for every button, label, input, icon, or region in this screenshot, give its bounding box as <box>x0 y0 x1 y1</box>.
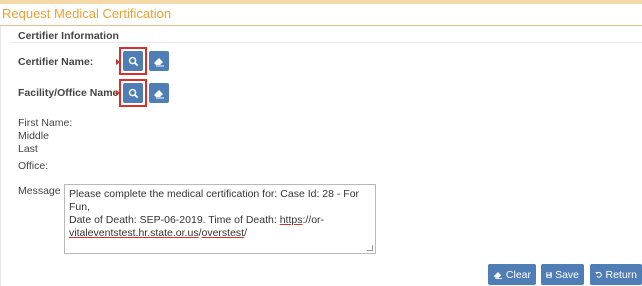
save-icon <box>546 271 552 278</box>
certifier-clear-button[interactable] <box>149 51 169 71</box>
middle-name-label: Middle <box>18 130 49 142</box>
message-line-2: Date of Death: SEP-06-2019. Time of Deat… <box>69 214 325 226</box>
message-textarea[interactable]: Please complete the medical certificatio… <box>64 184 376 254</box>
search-icon <box>128 88 138 98</box>
facility-clear-button[interactable] <box>149 83 169 103</box>
save-button-label: Save <box>555 268 579 281</box>
save-button[interactable]: Save <box>541 264 584 285</box>
panel-title: Request Medical Certification <box>0 4 642 26</box>
eraser-icon <box>154 58 164 67</box>
eraser-icon <box>154 90 164 99</box>
last-name-label: Last <box>18 143 38 155</box>
clear-button[interactable]: Clear <box>488 264 536 285</box>
message-label: Message <box>18 185 61 197</box>
message-line-1: Please complete the medical certificatio… <box>69 188 360 213</box>
undo-icon <box>595 271 602 278</box>
certifier-name-label: Certifier Name: <box>18 56 94 68</box>
resize-handle[interactable] <box>367 245 373 251</box>
search-icon <box>128 56 138 66</box>
return-button[interactable]: Return <box>590 264 642 285</box>
office-label: Office: <box>18 160 49 172</box>
message-line-3: vitaleventstest.hr.state.or.us/overstest… <box>69 227 248 239</box>
eraser-icon <box>493 272 503 280</box>
section-title: Certifier Information <box>18 30 119 42</box>
section-divider <box>12 42 642 43</box>
facility-search-button[interactable] <box>123 83 143 103</box>
certifier-search-button[interactable] <box>123 51 143 71</box>
facility-office-name-label: Facility/Office Name: <box>18 87 122 99</box>
return-button-label: Return <box>605 268 637 281</box>
clear-button-label: Clear <box>505 268 531 281</box>
first-name-label: First Name: <box>18 117 73 129</box>
